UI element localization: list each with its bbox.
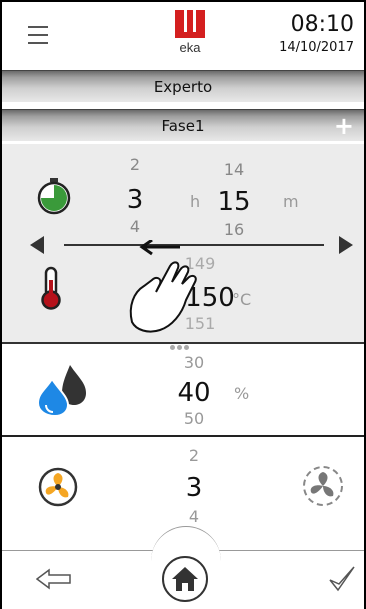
humidity-next: 50 <box>183 409 205 428</box>
checkmark-icon[interactable] <box>328 565 356 593</box>
hamburger-menu-icon[interactable] <box>28 26 48 44</box>
back-arrow-icon[interactable] <box>36 568 72 590</box>
timer-icon <box>37 178 71 215</box>
page-dot <box>170 345 175 350</box>
water-drops-icon <box>36 365 86 417</box>
home-button[interactable] <box>162 556 208 602</box>
hours-unit: h <box>190 192 201 211</box>
scroll-right-arrow-icon[interactable] <box>339 236 353 254</box>
hours-prev: 2 <box>129 155 141 174</box>
humidity-current[interactable]: 40 <box>174 378 214 408</box>
hours-current[interactable]: 3 <box>115 185 155 215</box>
clock: 08:10 14/10/2017 <box>279 12 354 55</box>
minutes-next: 16 <box>223 220 245 239</box>
humidity-unit: % <box>234 384 250 403</box>
thermometer-icon <box>41 266 61 310</box>
phase-bar[interactable]: Fase1 + <box>2 109 364 141</box>
brand-logo: eka <box>173 10 207 60</box>
temperature-unit: °C <box>232 290 252 309</box>
header: eka 08:10 14/10/2017 <box>2 2 364 68</box>
fan-off-icon[interactable] <box>302 465 344 507</box>
fan-icon <box>38 467 78 507</box>
brand-logo-mark <box>175 10 205 38</box>
hours-next: 4 <box>129 217 141 236</box>
swipe-gesture-hand-icon <box>129 240 197 333</box>
fan-speed-current[interactable]: 3 <box>174 473 214 503</box>
minutes-unit: m <box>283 192 299 211</box>
page-dot <box>184 345 189 350</box>
fan-speed-next: 4 <box>188 507 200 526</box>
minutes-current[interactable]: 15 <box>214 187 254 217</box>
minutes-prev: 14 <box>223 160 245 179</box>
page-dot <box>177 345 182 350</box>
fan-speed-prev: 2 <box>188 446 200 465</box>
clock-time: 08:10 <box>290 12 354 37</box>
humidity-prev: 30 <box>183 353 205 372</box>
scroll-left-arrow-icon[interactable] <box>30 236 44 254</box>
section-divider <box>2 435 364 437</box>
clock-date: 14/10/2017 <box>279 40 354 55</box>
mode-label: Experto <box>153 77 213 96</box>
add-phase-button[interactable]: + <box>334 112 354 140</box>
page-indicator <box>170 335 191 354</box>
phase-label: Fase1 <box>161 116 205 135</box>
mode-bar[interactable]: Experto <box>2 70 364 102</box>
home-icon <box>172 567 198 591</box>
brand-name: eka <box>179 40 201 55</box>
